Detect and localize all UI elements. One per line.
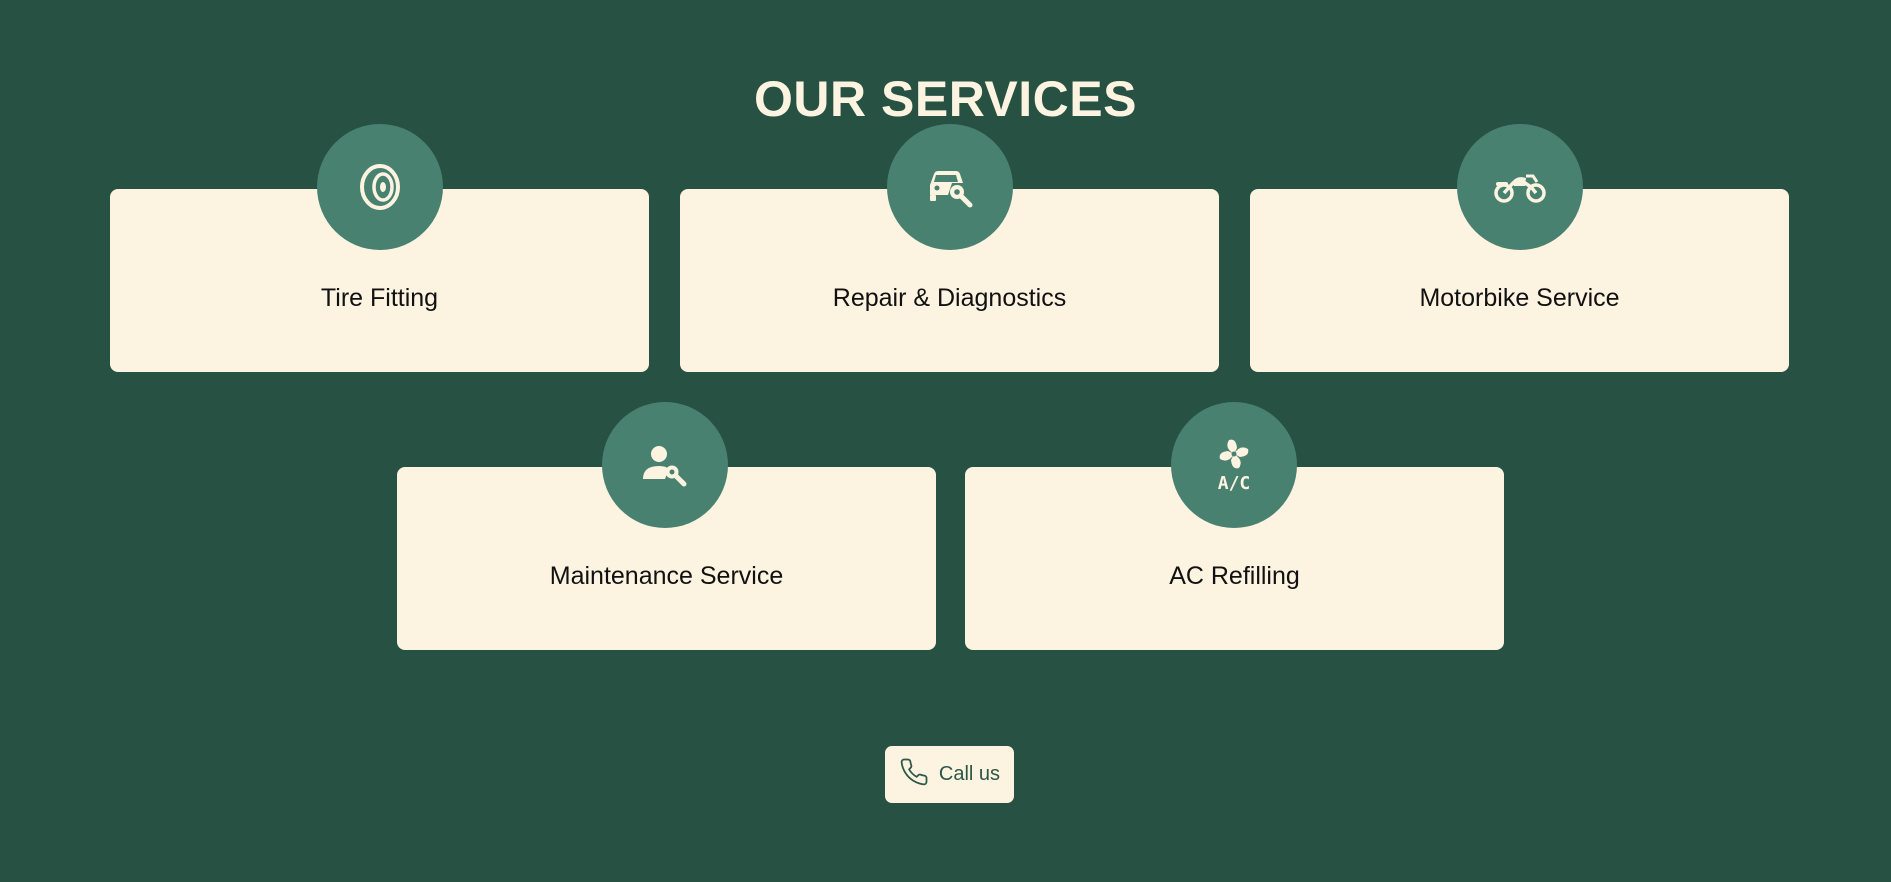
phone-icon — [899, 757, 929, 792]
service-label: AC Refilling — [1169, 562, 1300, 590]
service-label: Repair & Diagnostics — [832, 284, 1067, 312]
car-wrench-icon[interactable] — [887, 124, 1013, 250]
svg-text:A/C: A/C — [1218, 473, 1251, 492]
motorbike-icon[interactable] — [1457, 124, 1583, 250]
service-label: Tire Fitting — [320, 284, 439, 312]
call-us-label: Call us — [938, 763, 1001, 785]
call-us-button[interactable]: Call us — [885, 746, 1014, 803]
tire-icon[interactable] — [317, 124, 443, 250]
ac-fan-icon[interactable]: A/C — [1171, 402, 1297, 528]
section-title: OUR SERVICES — [754, 70, 1137, 127]
service-label: Motorbike Service — [1419, 284, 1620, 312]
service-label: Maintenance Service — [549, 562, 784, 590]
mechanic-icon[interactable] — [602, 402, 728, 528]
